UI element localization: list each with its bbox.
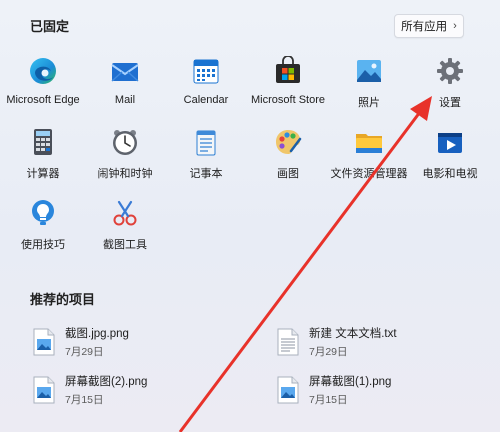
file-name: 屏幕截图(1).png	[309, 376, 392, 388]
app-label: 闹钟和时钟	[97, 168, 153, 180]
recommended-item[interactable]: 新建 文本文档.txt 7月29日	[277, 325, 477, 359]
recommended-item[interactable]: 屏幕截图(1).png 7月15日	[277, 373, 477, 407]
app-label: Microsoft Edge	[6, 94, 80, 106]
image-file-icon	[33, 328, 55, 356]
edge-icon	[30, 58, 56, 84]
app-label: 画图	[277, 168, 299, 180]
calendar-icon	[193, 59, 219, 84]
app-label: 使用技巧	[21, 239, 65, 251]
file-name: 截图.jpg.png	[65, 328, 129, 340]
gear-icon	[437, 58, 463, 84]
notepad-icon	[196, 130, 216, 156]
photos-icon	[357, 60, 381, 82]
app-label: 计算器	[26, 168, 60, 180]
app-label: 设置	[439, 97, 461, 109]
calculator-icon	[34, 129, 52, 155]
text-file-icon	[277, 328, 299, 356]
app-label: Microsoft Store	[251, 94, 325, 106]
pinned-app-snipping-tool[interactable]: 截图工具	[77, 196, 173, 266]
file-date: 7月29日	[309, 346, 348, 358]
movies-icon	[438, 133, 462, 153]
file-date: 7月29日	[65, 346, 104, 358]
pinned-title: 已固定	[30, 19, 70, 34]
file-date: 7月15日	[309, 394, 348, 406]
app-label: 记事本	[189, 168, 223, 180]
image-file-icon	[33, 376, 55, 404]
folder-icon	[356, 134, 382, 153]
all-apps-button[interactable]: 所有应用 ›	[394, 14, 464, 38]
store-icon	[276, 56, 300, 83]
app-label: Mail	[114, 94, 136, 106]
mail-icon	[111, 63, 139, 82]
app-label: 文件资源管理器	[330, 168, 408, 180]
file-name: 屏幕截图(2).png	[65, 376, 148, 388]
recommended-item[interactable]: 屏幕截图(2).png 7月15日	[33, 373, 233, 407]
tips-icon	[32, 200, 54, 225]
all-apps-label: 所有应用	[401, 21, 448, 33]
pinned-app-settings[interactable]: 设置	[402, 54, 498, 124]
app-label: 照片	[358, 97, 380, 109]
snipping-tool-icon	[113, 200, 137, 226]
chevron-right-icon: ›	[453, 20, 457, 32]
recommended-title: 推荐的项目	[30, 292, 96, 307]
recommended-item[interactable]: 截图.jpg.png 7月29日	[33, 325, 233, 359]
paint-icon	[276, 130, 302, 154]
app-label: 电影和电视	[422, 168, 478, 180]
pinned-app-movies[interactable]: 电影和电视	[402, 125, 498, 195]
clock-icon	[113, 130, 137, 155]
app-label: Calendar	[183, 94, 229, 106]
file-date: 7月15日	[65, 394, 104, 406]
app-label: 截图工具	[103, 239, 147, 251]
image-file-icon	[277, 376, 299, 404]
file-name: 新建 文本文档.txt	[309, 328, 397, 340]
